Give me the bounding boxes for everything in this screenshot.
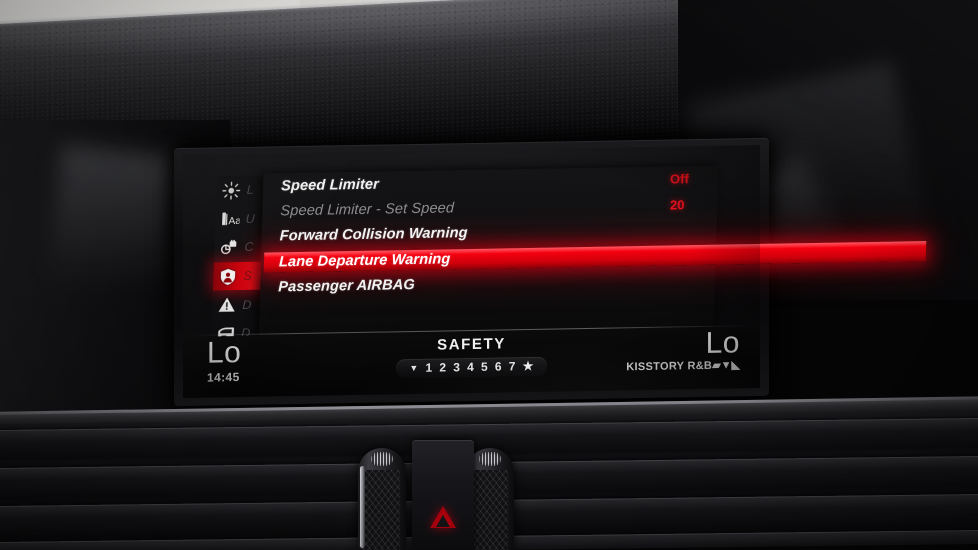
menu-row-label: Forward Collision Warning — [279, 225, 468, 245]
preset-4[interactable]: 4 — [467, 360, 474, 374]
radio-preset-bar[interactable]: ▼ 1 2 3 4 5 6 7 ★ — [396, 356, 547, 379]
climate-right-temperature: Lo — [705, 326, 740, 360]
warning-triangle-icon — [217, 295, 237, 314]
vent-chrome-trim-left — [360, 466, 365, 548]
value-text: Off — [670, 171, 689, 187]
left-fascia-glare — [42, 144, 182, 336]
status-bar: Lo 14:45 SAFETY ▼ 1 2 3 4 5 6 7 ★ Lo KIS… — [183, 326, 760, 399]
vent-mesh-right — [472, 470, 508, 550]
sidebar-item-label: L — [246, 183, 255, 198]
hazard-triangle-icon — [430, 506, 456, 528]
radio-station-name: KISSTORY R&B▰▼◣ — [626, 358, 740, 373]
vent-mesh-left — [364, 470, 400, 550]
steering-hand-icon — [219, 238, 239, 257]
station-signal-glyphs: ▰▼◣ — [712, 359, 740, 372]
vent-adjuster-wheel-left[interactable] — [371, 452, 393, 466]
sidebar-item-label: U — [245, 211, 256, 226]
climate-right-group[interactable]: Lo KISSTORY R&B▰▼◣ — [626, 326, 740, 373]
preset-6[interactable]: 6 — [495, 359, 502, 373]
vent-adjuster-wheel-right[interactable] — [479, 452, 501, 466]
car-interior-scene: L Aa U C S D Speed Limiter Speed Limiter… — [0, 0, 978, 550]
preset-5[interactable]: 5 — [481, 360, 488, 374]
preset-favourite-star-icon[interactable]: ★ — [523, 359, 534, 373]
svg-text:Aa: Aa — [228, 216, 240, 227]
preset-prev-icon[interactable]: ▼ — [409, 363, 418, 373]
hazard-warning-button[interactable] — [412, 440, 474, 550]
preset-3[interactable]: 3 — [453, 360, 460, 374]
text-size-aa-icon: Aa — [220, 209, 240, 228]
sidebar-item-label: S — [243, 268, 253, 284]
preset-2[interactable]: 2 — [439, 360, 446, 374]
settings-menu-list: Speed Limiter Speed Limiter - Set Speed … — [260, 166, 927, 301]
infotainment-display[interactable]: L Aa U C S D Speed Limiter Speed Limiter… — [174, 137, 927, 407]
sun-brightness-icon — [221, 181, 241, 200]
shield-safety-icon — [218, 267, 238, 286]
preset-7[interactable]: 7 — [509, 359, 516, 373]
menu-row-label: Speed Limiter - Set Speed — [280, 200, 455, 220]
value-text: 20 — [670, 196, 685, 213]
air-vent-left[interactable] — [358, 448, 406, 550]
sidebar-item-label: C — [244, 240, 255, 255]
value-speed-limiter-set-speed: 20 — [670, 191, 730, 217]
settings-value-column: Off 20 — [670, 165, 730, 217]
preset-1[interactable]: 1 — [426, 361, 433, 375]
sidebar-item-label: D — [242, 297, 252, 312]
station-text: KISSTORY R&B — [626, 359, 713, 374]
value-speed-limiter: Off — [670, 165, 730, 191]
settings-menu-panel[interactable]: Speed Limiter Speed Limiter - Set Speed … — [258, 165, 927, 351]
menu-row-label: Speed Limiter — [280, 176, 380, 195]
menu-row-label: Lane Departure Warning — [278, 251, 451, 271]
menu-row-label: Passenger AIRBAG — [278, 277, 416, 296]
